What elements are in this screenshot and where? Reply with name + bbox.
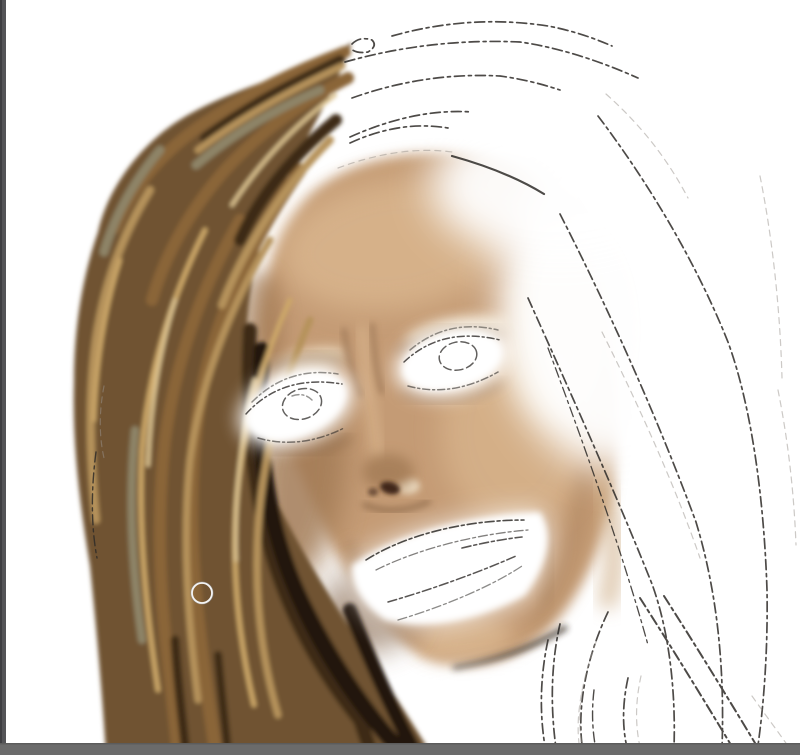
painting-app-viewport bbox=[0, 0, 800, 755]
left-bar-edge bbox=[0, 0, 2, 755]
pasteboard-left-edge bbox=[0, 0, 6, 755]
white-hair-patch-top bbox=[430, 110, 690, 260]
bottom-bar bbox=[0, 743, 800, 755]
bottom-bar-edge bbox=[0, 743, 800, 745]
painting-canvas[interactable] bbox=[0, 0, 800, 755]
pasteboard-bottom-edge bbox=[0, 743, 800, 755]
nostril-shadow bbox=[368, 488, 378, 496]
